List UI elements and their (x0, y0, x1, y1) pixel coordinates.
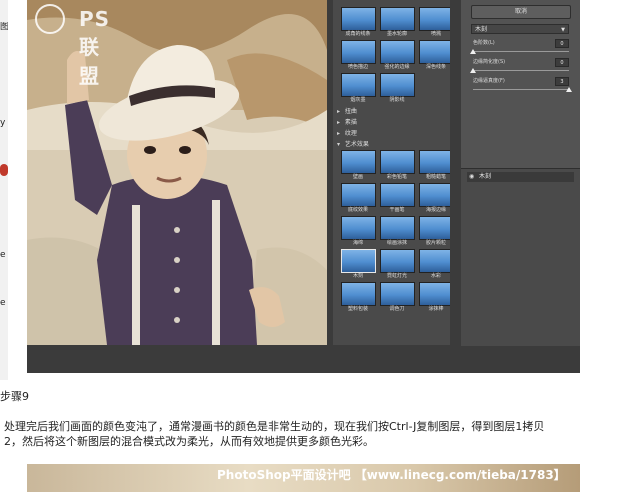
filter-select-value: 木刻 (475, 26, 488, 33)
filter-thumbnail[interactable] (380, 7, 415, 31)
filter-thumbnail[interactable] (419, 150, 450, 174)
strip-mark: 图 (0, 22, 8, 32)
banner-text: PhotoShop平面设计吧 【www.linecg.com/tieba/178… (217, 468, 566, 482)
param-label: 边缘简化度(S) (473, 59, 506, 65)
step-heading: 步骤9 (0, 390, 29, 403)
filter-thumbnail-label: 海报边缘 (425, 207, 446, 213)
filter-thumbnail-label: 海绵 (352, 240, 363, 246)
strip-mark: e (0, 298, 6, 308)
preview-canvas: PS联盟 (27, 0, 327, 345)
paragraph-line-2: 2，然后将这个新图层的混合模式改为柔光，从而有效地提供更多颜色光彩。 (4, 435, 374, 448)
filter-thumbnail[interactable] (419, 7, 450, 31)
filter-thumbnail-label: 霓虹灯光 (386, 273, 407, 279)
filter-thumbnail-label: 粗糙蜡笔 (425, 174, 446, 180)
filter-layer-row[interactable]: ◉ 木刻 (467, 172, 574, 182)
strip-badge (0, 164, 8, 176)
filter-thumbnail[interactable] (341, 249, 376, 273)
photoshop-screenshot: PS联盟 成角的线条 墨水轮廓 喷溅喷色描边 强化的边缘 深色线条烟灰墨 阴影线 ▸ 扭曲… (27, 0, 580, 373)
filter-category-2[interactable]: ▸ 纹理 (337, 130, 357, 138)
filter-thumbnail[interactable] (341, 183, 376, 207)
strip-mark: e (0, 250, 6, 260)
filter-category-label: 纹理 (343, 130, 357, 137)
eye-icon[interactable]: ◉ (469, 172, 474, 182)
filter-category-label: 素描 (343, 119, 357, 126)
ps-logo-icon (35, 4, 65, 34)
filter-thumbnail[interactable] (341, 216, 376, 240)
filter-thumbnail-label: 绘画涂抹 (386, 240, 407, 246)
chevron-down-icon: ▼ (561, 27, 565, 33)
filter-thumbnail-label: 阴影线 (389, 97, 405, 103)
filter-layer-name: 木刻 (479, 173, 492, 180)
filter-thumbnail-label: 涂抹棒 (428, 306, 444, 312)
param-slider-thumb[interactable] (470, 68, 476, 73)
filter-thumbnail-label: 强化的边缘 (384, 64, 410, 70)
filter-thumbnail[interactable] (341, 150, 376, 174)
filter-thumbnail[interactable] (380, 216, 415, 240)
filter-category-1[interactable]: ▸ 素描 (337, 119, 357, 127)
param-slider-track[interactable] (473, 70, 569, 71)
param-slider-thumb[interactable] (470, 49, 476, 54)
filter-thumbnail[interactable] (380, 40, 415, 64)
cancel-button[interactable]: 取消 (471, 5, 571, 19)
filter-thumbnail[interactable] (419, 216, 450, 240)
bottom-image-banner: PhotoShop平面设计吧 【www.linecg.com/tieba/178… (27, 464, 580, 492)
filter-thumbnail[interactable] (419, 183, 450, 207)
filter-thumbnail[interactable] (380, 73, 415, 97)
filter-thumbnail[interactable] (380, 150, 415, 174)
paragraph-line-1: 处理完后我们画面的颜色变沌了，通常漫画书的颜色是非常生动的，现在我们按Ctrl-… (4, 420, 545, 433)
filter-layer-list (461, 168, 580, 346)
param-label: 边缘逼真度(F) (473, 78, 505, 84)
filter-thumbnail[interactable] (419, 249, 450, 273)
filter-thumbnail-label: 胶片颗粒 (425, 240, 446, 246)
filter-thumbnail-label: 水彩 (430, 273, 441, 279)
filter-thumbnail[interactable] (341, 7, 376, 31)
filter-thumbnail[interactable] (341, 40, 376, 64)
filter-thumbnail[interactable] (341, 73, 376, 97)
filter-thumbnail-label: 深色线条 (425, 64, 446, 70)
filter-category-0[interactable]: ▸ 扭曲 (337, 108, 357, 116)
filter-category-label: 扭曲 (343, 108, 357, 115)
filter-thumbnail-label: 干画笔 (389, 207, 405, 213)
param-slider-thumb[interactable] (566, 87, 572, 92)
filter-thumbnail-label: 成角的线条 (345, 31, 371, 37)
strip-mark: y (0, 118, 6, 128)
param-slider-track[interactable] (473, 89, 569, 90)
param-label: 色阶数(L) (473, 40, 495, 46)
param-value-input[interactable]: 0 (555, 39, 569, 48)
filter-thumbnail[interactable] (341, 282, 376, 306)
left-page-strip: 图 y e e (0, 0, 8, 380)
woodcut-preview-image (27, 0, 327, 345)
filter-thumbnail[interactable] (380, 282, 415, 306)
filter-settings-panel: 取消 木刻 ▼ 色阶数(L) 0 边缘简化度(S) 0 边缘逼真度(F) 3 ◉ 木刻 (461, 0, 580, 346)
filter-gallery-panel: 成角的线条 墨水轮廓 喷溅喷色描边 强化的边缘 深色线条烟灰墨 阴影线 ▸ 扭曲 ▸ 素描 ▸… (333, 0, 450, 345)
filter-category-3[interactable]: ▾ 艺术效果 (337, 141, 369, 149)
filter-thumbnail[interactable] (380, 183, 415, 207)
filter-select[interactable]: 木刻 ▼ (471, 24, 569, 34)
param-value-input[interactable]: 3 (555, 77, 569, 86)
filter-thumbnail[interactable] (419, 40, 450, 64)
filter-thumbnail-label: 喷色描边 (347, 64, 368, 70)
filter-thumbnail[interactable] (380, 249, 415, 273)
filter-thumbnail-label: 塑料包装 (347, 306, 368, 312)
param-value-input[interactable]: 0 (555, 58, 569, 67)
filter-thumbnail[interactable] (419, 282, 450, 306)
filter-thumbnail-label: 木刻 (352, 273, 363, 279)
filter-thumbnail-label: 壁画 (352, 174, 363, 180)
filter-thumbnail-label: 墨水轮廓 (386, 31, 407, 37)
filter-thumbnail-label: 底纹效果 (347, 207, 368, 213)
param-slider-track[interactable] (473, 51, 569, 52)
filter-category-label: 艺术效果 (343, 141, 369, 148)
filter-thumbnail-label: 调色刀 (389, 306, 405, 312)
filter-thumbnail-label: 喷溅 (430, 31, 441, 37)
filter-thumbnail-label: 彩色铅笔 (386, 174, 407, 180)
filter-thumbnail-label: 烟灰墨 (350, 97, 366, 103)
